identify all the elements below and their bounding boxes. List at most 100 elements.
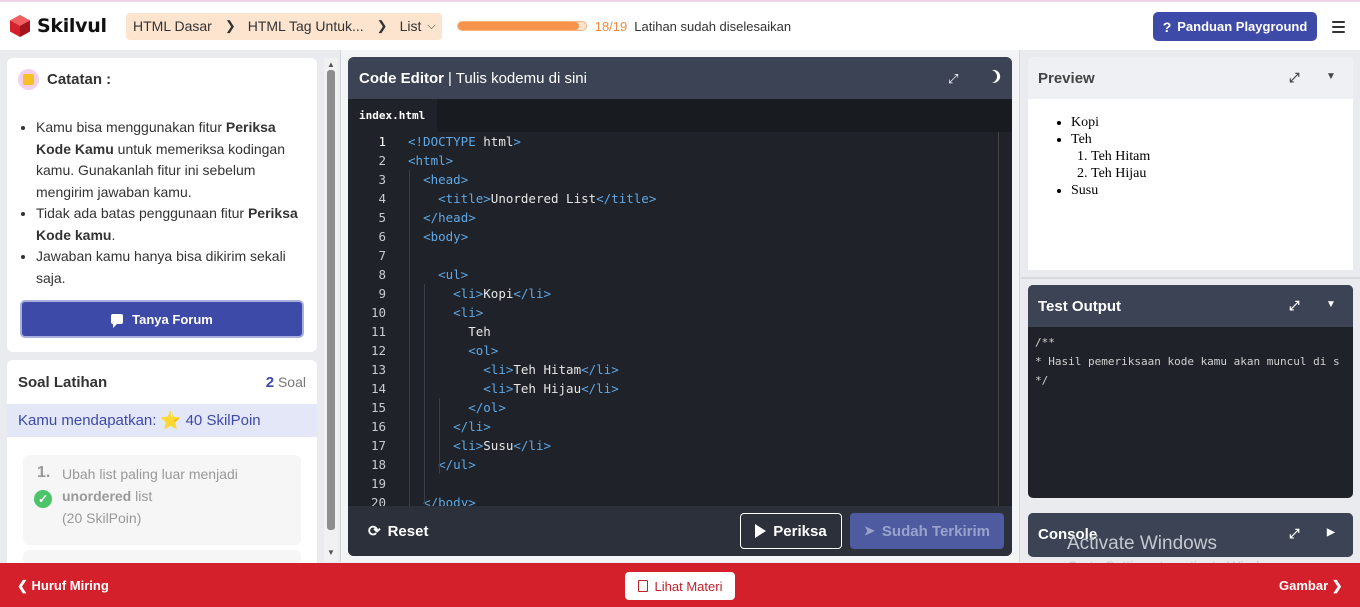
next-lesson-label: Gambar <box>1279 578 1329 593</box>
line-number: 10 <box>370 305 386 320</box>
preview-sublist: Teh Hitam Teh Hijau <box>1091 148 1353 182</box>
prev-lesson-button[interactable]: ❮ Huruf Miring <box>17 578 109 594</box>
playground-guide-label: Panduan Playground <box>1177 19 1308 34</box>
reset-label: Reset <box>387 522 429 540</box>
reset-button[interactable]: ⟳ Reset <box>368 522 429 541</box>
code-line[interactable]: 1 <!DOCTYPE html> <box>348 132 1012 151</box>
preview-subitem: Teh Hitam <box>1091 148 1353 165</box>
check-circle-icon: ✓ <box>34 490 52 508</box>
line-number: 20 <box>370 495 386 506</box>
panel-divider[interactable] <box>1021 277 1360 279</box>
code-text: </ul> <box>438 457 476 472</box>
dark-mode-icon[interactable] <box>982 68 999 85</box>
breadcrumb-item-html-tag[interactable]: HTML Tag Untuk... <box>248 18 364 34</box>
code-line[interactable]: 12 <ol> <box>348 341 1012 360</box>
scrollbar-thumb[interactable] <box>327 70 335 530</box>
left-scrollbar[interactable]: ▲ ▼ <box>324 58 338 562</box>
expand-icon[interactable]: ⤢ <box>1289 298 1299 314</box>
preview-header: Preview ⤢ ▼ <box>1028 57 1353 99</box>
code-area[interactable]: 1 <!DOCTYPE html> 2 <html> 3 <head> 4 <title>… <box>348 132 1012 506</box>
watermark-title: Activate Windows <box>1067 533 1217 554</box>
indent-guide <box>439 398 440 474</box>
breadcrumb: HTML Dasar ❯ HTML Tag Untuk... ❯ List ⌵ <box>126 12 442 40</box>
code-line[interactable]: 18 </ul> <box>348 455 1012 474</box>
indent-guide <box>424 284 425 504</box>
line-number: 9 <box>378 286 386 301</box>
progress-count: 18/19 <box>594 18 628 34</box>
scroll-down-icon[interactable]: ▼ <box>327 548 335 557</box>
code-scrollbar[interactable] <box>998 132 999 506</box>
line-number: 5 <box>378 210 386 225</box>
code-line[interactable]: 7 <box>348 246 1012 265</box>
code-line[interactable]: 9 <li>Kopi</li> <box>348 284 1012 303</box>
hamburger-menu-icon[interactable] <box>1332 21 1345 33</box>
line-number: 3 <box>378 172 386 187</box>
caret-right-icon[interactable]: ▶ <box>1327 527 1335 538</box>
exercise-header: Soal Latihan 2 Soal <box>7 360 317 404</box>
ask-forum-button[interactable]: Tanya Forum <box>20 300 304 338</box>
prev-lesson-label: Huruf Miring <box>31 578 109 593</box>
code-line[interactable]: 13 <li>Teh Hitam</li> <box>348 360 1012 379</box>
skilvul-logo[interactable]: Skilvul <box>8 14 116 38</box>
code-line[interactable]: 14 <li>Teh Hijau</li> <box>348 379 1012 398</box>
breadcrumb-item-html-dasar[interactable]: HTML Dasar <box>133 18 212 34</box>
line-number: 8 <box>378 267 386 282</box>
exercise-title: Soal Latihan <box>18 373 108 391</box>
check-code-label: Periksa <box>773 522 827 540</box>
tab-index-html[interactable]: index.html <box>348 99 437 132</box>
line-number: 4 <box>378 191 386 206</box>
preview-item: Teh Teh Hitam Teh Hijau <box>1071 131 1353 182</box>
code-line[interactable]: 8 <ul> <box>348 265 1012 284</box>
expand-icon[interactable]: ⤢ <box>948 71 958 87</box>
check-code-button[interactable]: Periksa <box>740 513 842 549</box>
caret-down-icon[interactable]: ▼ <box>1326 71 1336 82</box>
submitted-button[interactable]: ➤ Sudah Terkirim <box>850 513 1004 549</box>
lesson-progress: 18/19 Latihan sudah diselesaikan <box>456 18 791 34</box>
code-line[interactable]: 17 <li>Susu</li> <box>348 436 1012 455</box>
line-number: 16 <box>370 419 386 434</box>
code-text: <head> <box>423 172 469 187</box>
code-text: <li> <box>453 305 484 320</box>
code-line[interactable]: 10 <li> <box>348 303 1012 322</box>
caret-down-icon[interactable]: ▼ <box>1326 299 1336 310</box>
code-line[interactable]: 16 </li> <box>348 417 1012 436</box>
code-line[interactable]: 15 </ol> <box>348 398 1012 417</box>
code-line[interactable]: 3 <head> <box>348 170 1012 189</box>
code-text: <li>Teh Hitam</li> <box>483 362 619 377</box>
chevron-left-icon: ❮ <box>17 578 28 593</box>
next-lesson-button[interactable]: Gambar ❯ <box>1279 578 1343 594</box>
view-material-button[interactable]: Lihat Materi <box>625 572 735 600</box>
editor-footer: ⟳ Reset Periksa ➤ Sudah Terkirim <box>348 506 1012 556</box>
preview-panel: Preview ⤢ ▼ Kopi Teh Teh Hitam Teh Hijau… <box>1028 57 1353 270</box>
exercise-task-next[interactable] <box>23 550 301 564</box>
playground-guide-button[interactable]: ? Panduan Playground <box>1153 12 1317 41</box>
progress-bar-fill <box>457 22 579 30</box>
line-number: 12 <box>370 343 386 358</box>
code-line[interactable]: 2 <html> <box>348 151 1012 170</box>
scroll-up-icon[interactable]: ▲ <box>327 60 335 69</box>
test-output-title: Test Output <box>1038 297 1122 315</box>
code-line[interactable]: 4 <title>Unordered List</title> <box>348 189 1012 208</box>
view-material-label: Lihat Materi <box>654 578 723 594</box>
expand-icon[interactable]: ⤢ <box>1289 70 1299 86</box>
breadcrumb-item-list[interactable]: List <box>400 18 422 34</box>
preview-title: Preview <box>1038 69 1095 87</box>
chevron-down-icon[interactable]: ⌵ <box>427 20 435 33</box>
code-line[interactable]: 19 <box>348 474 1012 493</box>
line-number: 1 <box>378 134 386 149</box>
exercise-task[interactable]: 1. ✓ Ubah list paling luar menjadi unord… <box>23 455 301 545</box>
code-line[interactable]: 5 </head> <box>348 208 1012 227</box>
code-line[interactable]: 11 Teh <box>348 322 1012 341</box>
code-text: </body> <box>423 495 476 506</box>
preview-item: Kopi <box>1071 114 1353 131</box>
notes-item: Tidak ada batas penggunaan fitur Periksa… <box>36 203 308 246</box>
test-output-panel: Test Output ⤢ ▼ /** * Hasil pemeriksaan k… <box>1028 285 1353 498</box>
notes-item: Kamu bisa menggunakan fitur Periksa Kode… <box>36 117 308 203</box>
indent-guide <box>409 170 410 506</box>
code-line[interactable]: 20 </body> <box>348 493 1012 506</box>
test-output-header: Test Output ⤢ ▼ <box>1028 285 1353 327</box>
preview-item: Susu <box>1071 182 1353 199</box>
document-icon <box>637 580 648 592</box>
code-line[interactable]: 6 <body> <box>348 227 1012 246</box>
expand-icon[interactable]: ⤢ <box>1289 526 1299 542</box>
